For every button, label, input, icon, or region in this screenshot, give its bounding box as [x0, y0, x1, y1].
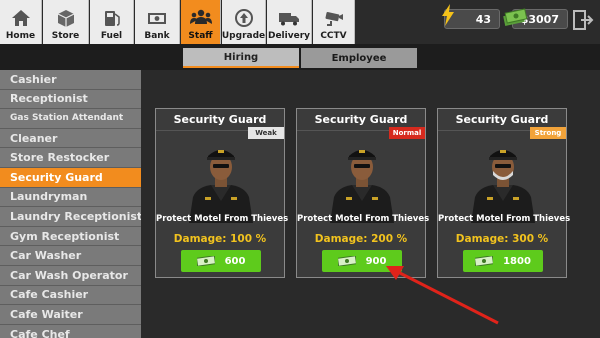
sidebar-item-cafe-cashier[interactable]: Cafe Cashier	[0, 285, 141, 306]
camera-icon	[322, 7, 346, 29]
staff-role-list: Cashier Receptionist Gas Station Attenda…	[0, 70, 141, 338]
sidebar-item-gym-receptionist[interactable]: Gym Receptionist	[0, 226, 141, 247]
hire-button[interactable]: 900	[322, 250, 402, 272]
sidebar-item-laundryman[interactable]: Laundryman	[0, 187, 141, 208]
nav-tab-label: Bank	[144, 31, 170, 41]
tier-badge: Weak	[248, 127, 284, 139]
sidebar-item-receptionist[interactable]: Receptionist	[0, 89, 141, 110]
tab-hiring[interactable]: Hiring	[183, 48, 299, 68]
guard-portrait	[322, 139, 402, 223]
sidebar-item-car-wash-operator[interactable]: Car Wash Operator	[0, 265, 141, 286]
card-description: Protect Motel From Thieves	[438, 214, 571, 224]
lightning-icon	[440, 4, 456, 30]
nav-tab-store[interactable]: Store	[43, 0, 89, 44]
nav-tab-label: Store	[51, 31, 80, 41]
nav-tab-delivery[interactable]: Delivery	[267, 0, 312, 44]
nav-tab-label: Upgrade	[221, 31, 266, 41]
nav-tab-upgrade[interactable]: Upgrade	[222, 0, 266, 44]
guard-card-weak: Security Guard Weak Protect Motel From T…	[155, 108, 289, 278]
card-description: Protect Motel From Thieves	[156, 214, 289, 224]
sidebar-item-cashier[interactable]: Cashier	[0, 70, 141, 90]
hire-price: 600	[224, 255, 246, 267]
hire-price: 1800	[503, 255, 531, 267]
hire-price: 900	[365, 255, 387, 267]
people-icon	[189, 7, 213, 29]
exit-button[interactable]	[572, 8, 594, 32]
nav-tab-bank[interactable]: Bank	[135, 0, 180, 44]
nav-tab-label: Delivery	[267, 31, 311, 41]
nav-tab-staff[interactable]: Staff	[181, 0, 221, 44]
upgrade-icon	[232, 7, 256, 29]
sidebar-item-gas-station-attendant[interactable]: Gas Station Attendant	[0, 109, 141, 129]
cash-icon	[474, 255, 495, 267]
cash-icon	[336, 255, 357, 267]
sidebar-item-cafe-chef[interactable]: Cafe Chef	[0, 324, 141, 338]
home-icon	[9, 7, 33, 29]
cash-icon	[195, 255, 216, 267]
top-navigation: Home Store Fuel Bank Staff Upgrade Deliv…	[0, 0, 600, 44]
fuel-pump-icon	[100, 7, 124, 29]
damage-stat: Damage: 300 %	[455, 233, 549, 245]
guard-portrait	[463, 139, 543, 223]
damage-stat: Damage: 200 %	[314, 233, 408, 245]
nav-tab-home[interactable]: Home	[0, 0, 42, 44]
nav-tab-cctv[interactable]: CCTV	[313, 0, 355, 44]
damage-stat: Damage: 100 %	[173, 233, 267, 245]
nav-tab-label: CCTV	[320, 31, 347, 41]
sidebar-item-car-washer[interactable]: Car Washer	[0, 246, 141, 266]
sidebar-item-cafe-waiter[interactable]: Cafe Waiter	[0, 305, 141, 325]
nav-tab-label: Fuel	[100, 31, 123, 41]
sidebar-item-cleaner[interactable]: Cleaner	[0, 128, 141, 149]
truck-icon	[277, 7, 301, 29]
tier-badge: Strong	[530, 127, 566, 139]
sidebar-item-store-restocker[interactable]: Store Restocker	[0, 148, 141, 168]
money-icon	[145, 7, 169, 29]
energy-value: 43	[475, 12, 491, 26]
tier-badge: Normal	[389, 127, 425, 139]
nav-tab-label: Home	[5, 31, 36, 41]
exit-icon	[572, 10, 594, 36]
hire-button[interactable]: 1800	[463, 250, 543, 272]
box-icon	[54, 7, 78, 29]
card-description: Protect Motel From Thieves	[297, 214, 430, 224]
guard-card-normal: Security Guard Normal Protect Motel From…	[296, 108, 430, 278]
hire-button[interactable]: 600	[181, 250, 261, 272]
nav-tab-label: Staff	[188, 31, 213, 41]
nav-tab-fuel[interactable]: Fuel	[90, 0, 134, 44]
guard-card-strong: Security Guard Strong Protect Motel From…	[437, 108, 571, 278]
tab-employee[interactable]: Employee	[301, 48, 417, 68]
sidebar-item-security-guard[interactable]: Security Guard	[0, 167, 141, 188]
guard-portrait	[181, 139, 261, 223]
cash-stack-icon	[502, 6, 528, 30]
sidebar-item-laundry-receptionist[interactable]: Laundry Receptionist	[0, 207, 141, 227]
